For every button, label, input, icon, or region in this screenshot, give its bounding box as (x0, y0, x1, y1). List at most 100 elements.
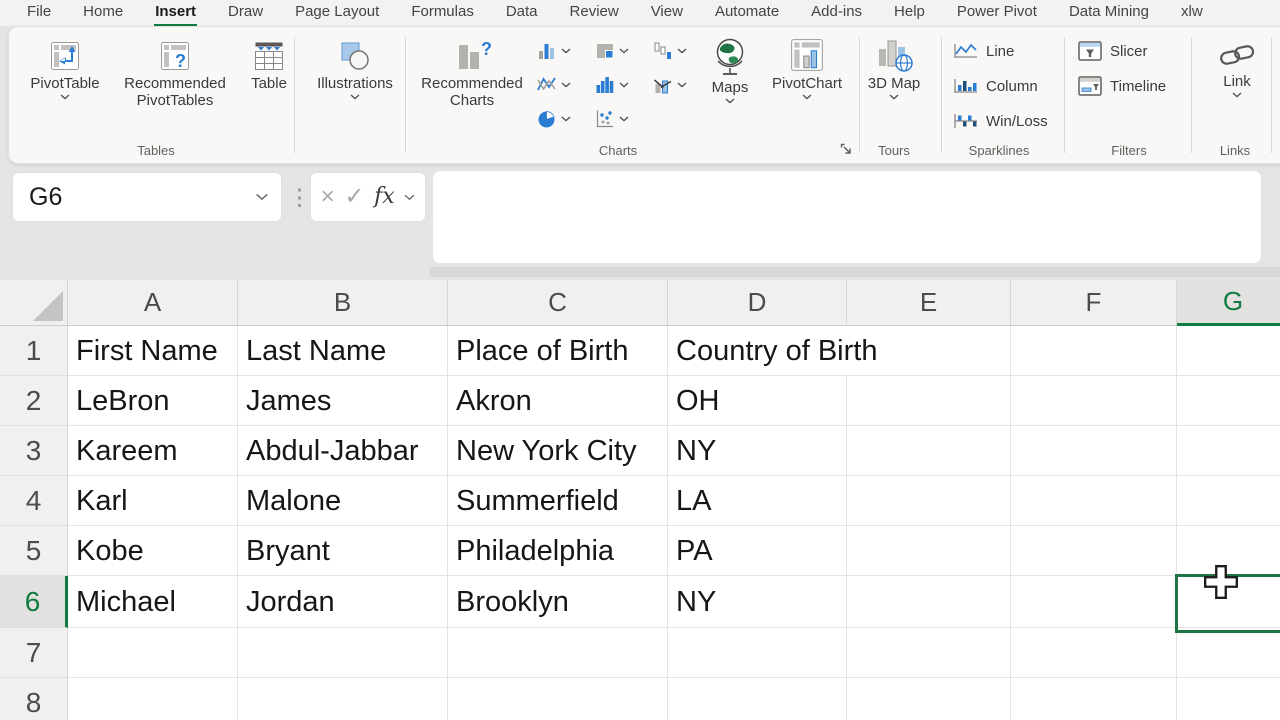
timeline-button[interactable]: Timeline (1077, 74, 1166, 98)
cell-E1[interactable] (847, 326, 1011, 376)
cell-B6[interactable]: Jordan (238, 576, 448, 628)
insert-function-button[interactable]: fx (374, 186, 395, 208)
row-header-5[interactable]: 5 (0, 526, 68, 576)
row-header-4[interactable]: 4 (0, 476, 68, 526)
cell-A8[interactable] (68, 678, 238, 720)
cell-A4[interactable]: Karl (68, 476, 238, 526)
cell-C1[interactable]: Place of Birth (448, 326, 668, 376)
cell-C7[interactable] (448, 628, 668, 678)
cell-E4[interactable] (847, 476, 1011, 526)
menu-tab-draw[interactable]: Draw (227, 0, 264, 24)
cell-E3[interactable] (847, 426, 1011, 476)
cell-D3[interactable]: NY (668, 426, 847, 476)
charts-dialog-launcher-icon[interactable] (839, 142, 853, 156)
cell-G3[interactable] (1177, 426, 1280, 476)
formula-bar-input[interactable] (432, 170, 1262, 264)
cell-A1[interactable]: First Name (68, 326, 238, 376)
column-header-G[interactable]: G (1177, 280, 1280, 326)
menu-tab-formulas[interactable]: Formulas (410, 0, 475, 24)
recommended-charts-button[interactable]: ? Recommended Charts (413, 39, 531, 109)
cell-F3[interactable] (1011, 426, 1177, 476)
menu-tab-view[interactable]: View (650, 0, 684, 24)
column-header-C[interactable]: C (448, 280, 668, 326)
cell-F5[interactable] (1011, 526, 1177, 576)
fx-chevron-icon[interactable] (404, 194, 415, 201)
cell-G4[interactable] (1177, 476, 1280, 526)
cell-E5[interactable] (847, 526, 1011, 576)
pivotchart-button[interactable]: PivotChart (761, 37, 853, 100)
link-button[interactable]: Link (1201, 39, 1273, 98)
cell-F1[interactable] (1011, 326, 1177, 376)
cell-A2[interactable]: LeBron (68, 376, 238, 426)
menu-tab-page-layout[interactable]: Page Layout (294, 0, 380, 24)
menu-tab-help[interactable]: Help (893, 0, 926, 24)
cell-C4[interactable]: Summerfield (448, 476, 668, 526)
cell-C5[interactable]: Philadelphia (448, 526, 668, 576)
insert-hierarchy-chart-button[interactable] (595, 39, 629, 63)
column-header-E[interactable]: E (847, 280, 1011, 326)
cell-F8[interactable] (1011, 678, 1177, 720)
cell-E7[interactable] (847, 628, 1011, 678)
cell-D5[interactable]: PA (668, 526, 847, 576)
cell-C3[interactable]: New York City (448, 426, 668, 476)
cell-F4[interactable] (1011, 476, 1177, 526)
cell-D4[interactable]: LA (668, 476, 847, 526)
table-button[interactable]: Table (241, 39, 297, 92)
row-header-6[interactable]: 6 (0, 576, 68, 628)
insert-line-chart-button[interactable] (537, 73, 571, 97)
insert-column-chart-button[interactable] (537, 39, 571, 63)
illustrations-button[interactable]: Illustrations (307, 39, 403, 100)
cell-E6[interactable] (847, 576, 1011, 628)
cell-D8[interactable] (668, 678, 847, 720)
cell-F6[interactable] (1011, 576, 1177, 628)
enter-check-icon[interactable]: ✓ (344, 185, 364, 209)
cell-F2[interactable] (1011, 376, 1177, 426)
insert-pie-chart-button[interactable] (537, 107, 571, 131)
column-header-D[interactable]: D (668, 280, 847, 326)
cell-A7[interactable] (68, 628, 238, 678)
column-header-F[interactable]: F (1011, 280, 1177, 326)
cell-B2[interactable]: James (238, 376, 448, 426)
cell-A5[interactable]: Kobe (68, 526, 238, 576)
insert-combo-chart-button[interactable] (653, 73, 687, 97)
row-header-8[interactable]: 8 (0, 678, 68, 720)
formula-bar-resize-strip[interactable] (430, 267, 1280, 277)
cancel-icon[interactable]: × (321, 185, 335, 209)
slicer-button[interactable]: Slicer (1077, 39, 1148, 63)
menu-tab-power-pivot[interactable]: Power Pivot (956, 0, 1038, 24)
cell-B1[interactable]: Last Name (238, 326, 448, 376)
cell-C6[interactable]: Brooklyn (448, 576, 668, 628)
menu-tab-add-ins[interactable]: Add-ins (810, 0, 863, 24)
menu-tab-insert[interactable]: Insert (154, 0, 197, 26)
cell-G8[interactable] (1177, 678, 1280, 720)
cell-G7[interactable] (1177, 628, 1280, 678)
pivottable-button[interactable]: PivotTable (21, 39, 109, 100)
name-box-chevron-icon[interactable] (255, 193, 269, 201)
cell-E8[interactable] (847, 678, 1011, 720)
3d-map-button[interactable]: 3D Map (865, 37, 923, 100)
menu-tab-xlw[interactable]: xlw (1180, 0, 1204, 24)
row-header-1[interactable]: 1 (0, 326, 68, 376)
cell-E2[interactable] (847, 376, 1011, 426)
row-header-7[interactable]: 7 (0, 628, 68, 678)
sparkline-winloss-button[interactable]: Win/Loss (953, 109, 1048, 133)
cell-B8[interactable] (238, 678, 448, 720)
menu-tab-data[interactable]: Data (505, 0, 539, 24)
cell-F7[interactable] (1011, 628, 1177, 678)
sparkline-line-button[interactable]: Line (953, 39, 1014, 63)
cell-D2[interactable]: OH (668, 376, 847, 426)
column-header-B[interactable]: B (238, 280, 448, 326)
insert-waterfall-chart-button[interactable] (653, 39, 687, 63)
column-header-A[interactable]: A (68, 280, 238, 326)
sparkline-column-button[interactable]: Column (953, 74, 1038, 98)
name-box[interactable]: G6 (12, 172, 282, 222)
cell-D1[interactable]: Country of Birth (668, 326, 847, 376)
menu-tab-file[interactable]: File (26, 0, 52, 24)
cell-B3[interactable]: Abdul-Jabbar (238, 426, 448, 476)
cell-B4[interactable]: Malone (238, 476, 448, 526)
menu-tab-review[interactable]: Review (569, 0, 620, 24)
cell-G1[interactable] (1177, 326, 1280, 376)
insert-statistic-chart-button[interactable] (595, 73, 629, 97)
cell-D6[interactable]: NY (668, 576, 847, 628)
row-header-2[interactable]: 2 (0, 376, 68, 426)
